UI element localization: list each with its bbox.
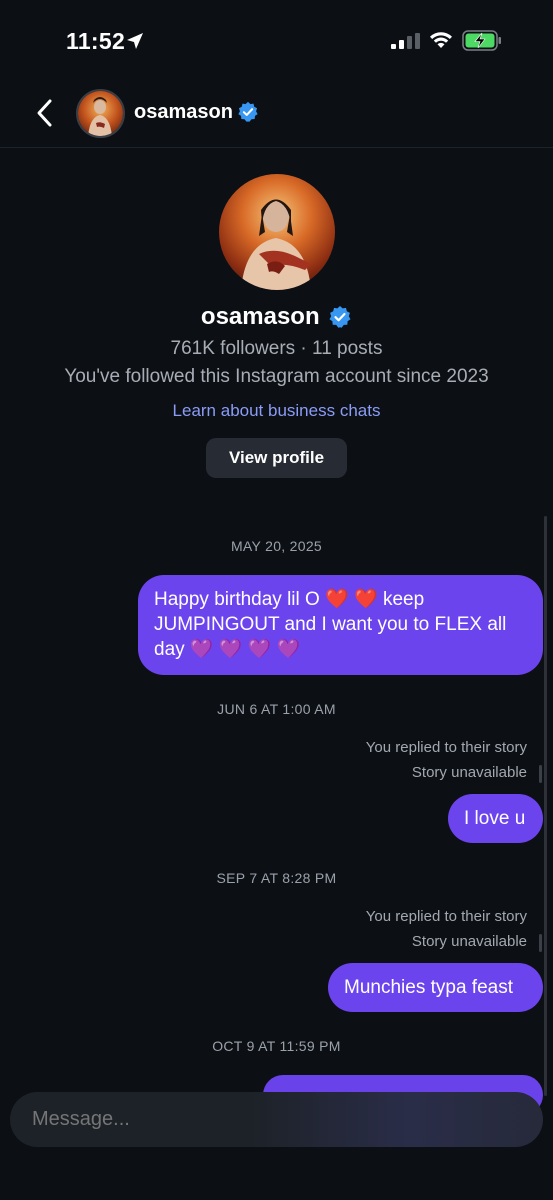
- message-composer[interactable]: [10, 1092, 543, 1147]
- learn-business-chats-link[interactable]: Learn about business chats: [0, 401, 553, 421]
- message-line: Happy birthday lil O ❤️ ❤️ keep: [154, 589, 425, 610]
- message-input[interactable]: [32, 1092, 512, 1147]
- location-arrow-icon: [127, 33, 143, 49]
- sent-message-bubble[interactable]: I love u: [448, 794, 543, 843]
- view-profile-button[interactable]: View profile: [206, 438, 347, 478]
- story-reply-label: You replied to their story: [365, 739, 527, 756]
- message-text: Munchies typa feast: [344, 977, 513, 998]
- date-separator: OCT 9 AT 11:59 PM: [212, 1038, 341, 1054]
- message-line: day 💜 💜 💜 💜: [154, 639, 301, 660]
- profile-username: osamason: [200, 303, 320, 330]
- story-unavailable-label: Story unavailable: [411, 764, 527, 781]
- message-line: JUMPINGOUT and I want you to FLEX all: [154, 614, 507, 635]
- profile-avatar[interactable]: [219, 174, 335, 290]
- story-reply-bar: [539, 765, 542, 783]
- header-avatar[interactable]: [76, 89, 125, 138]
- date-separator: MAY 20, 2025: [230, 538, 323, 554]
- header-username[interactable]: osamason: [134, 101, 233, 124]
- wifi-icon: [430, 32, 452, 48]
- date-separator: SEP 7 AT 8:28 PM: [216, 870, 337, 886]
- profile-name-row: osamason: [0, 303, 553, 331]
- avatar-image: [78, 91, 123, 136]
- date-separator: JUN 6 AT 1:00 AM: [217, 701, 336, 717]
- profile-stats: 761K followers · 11 posts: [170, 338, 383, 359]
- story-unavailable-label: Story unavailable: [411, 933, 527, 950]
- dm-thread-screen: 11:52 osamason osamason 761K followers ·…: [0, 0, 553, 1200]
- status-time: 11:52: [66, 28, 126, 54]
- chevron-left-icon[interactable]: [34, 98, 56, 128]
- followed-since-text: You've followed this Instagram account s…: [64, 366, 489, 387]
- message-text: I love u: [464, 808, 526, 829]
- story-reply-label: You replied to their story: [365, 908, 527, 925]
- verified-badge-icon: [329, 306, 351, 328]
- chat-header: osamason: [0, 82, 553, 148]
- sent-message-bubble[interactable]: Munchies typa feast: [328, 963, 543, 1012]
- story-reply-bar: [539, 934, 542, 952]
- avatar-image: [219, 174, 335, 290]
- cellular-signal-icon: [391, 33, 420, 49]
- battery-charging-icon: [462, 30, 501, 51]
- sent-message-bubble[interactable]: Happy birthday lil O ❤️ ❤️ keep JUMPINGO…: [138, 575, 543, 675]
- scrollbar[interactable]: [544, 516, 547, 1096]
- status-bar: 11:52: [0, 0, 553, 82]
- verified-badge-icon: [238, 101, 258, 122]
